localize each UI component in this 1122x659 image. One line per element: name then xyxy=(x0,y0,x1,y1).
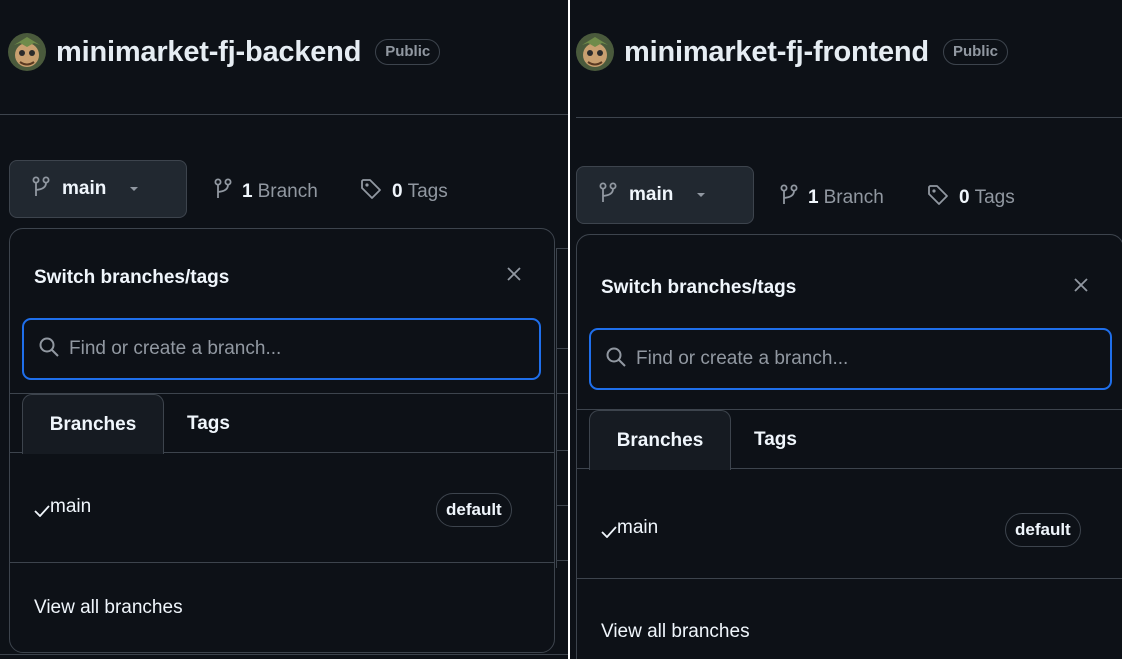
repo-header: minimarket-fj-frontend Public xyxy=(576,33,1008,71)
tag-icon xyxy=(360,178,382,206)
branch-count-label: Branch xyxy=(257,181,318,202)
default-badge: default xyxy=(1005,513,1081,547)
default-badge: default xyxy=(436,493,512,527)
background-line xyxy=(556,348,568,349)
git-branch-icon xyxy=(214,178,232,206)
branch-search-input[interactable] xyxy=(69,338,489,360)
view-all-branches-link[interactable]: View all branches xyxy=(601,621,750,643)
tag-icon xyxy=(927,184,949,212)
search-icon xyxy=(38,336,60,363)
background-edge xyxy=(556,248,557,568)
branch-switcher-dropdown: Switch branches/tags Branches Tags main … xyxy=(9,228,555,653)
branch-tabs: Branches Tags xyxy=(10,393,554,454)
search-icon xyxy=(605,346,627,373)
close-icon[interactable] xyxy=(1073,277,1089,298)
background-line xyxy=(556,505,568,506)
branch-tabs: Branches Tags xyxy=(577,409,1122,470)
repo-header: minimarket-fj-backend Public xyxy=(8,33,441,71)
git-branch-icon xyxy=(780,184,798,212)
avatar[interactable] xyxy=(8,33,46,71)
branch-search-field[interactable] xyxy=(22,318,541,380)
check-icon xyxy=(34,504,50,522)
dropdown-title: Switch branches/tags xyxy=(34,267,230,288)
repo-name[interactable]: minimarket-fj-frontend xyxy=(624,36,929,69)
branch-count: 1 xyxy=(808,187,819,208)
tab-tags[interactable]: Tags xyxy=(754,410,797,469)
repo-name[interactable]: minimarket-fj-backend xyxy=(56,36,361,69)
background-line xyxy=(556,450,568,451)
branch-search-field[interactable] xyxy=(589,328,1112,390)
visibility-badge: Public xyxy=(375,39,441,65)
git-branch-icon xyxy=(599,182,617,209)
branch-selector-button[interactable]: main xyxy=(9,160,187,218)
background-line xyxy=(556,560,568,561)
git-branch-icon xyxy=(32,176,50,203)
branch-name: main xyxy=(50,496,92,517)
branches-count-link[interactable]: 1 Branch xyxy=(214,178,318,206)
check-icon xyxy=(601,525,617,543)
branch-selector-button[interactable]: main xyxy=(576,166,754,224)
current-branch-label: main xyxy=(629,184,674,205)
background-line xyxy=(0,654,568,655)
view-all-branches-link[interactable]: View all branches xyxy=(34,597,183,619)
tag-count: 0 xyxy=(392,181,403,202)
close-icon[interactable] xyxy=(506,266,522,287)
background-line xyxy=(556,393,568,394)
header-divider xyxy=(576,117,1122,118)
background-line xyxy=(556,248,568,249)
tags-count-link[interactable]: 0 Tags xyxy=(360,178,448,206)
tab-branches[interactable]: Branches xyxy=(589,410,731,470)
branch-list-item[interactable]: main default xyxy=(10,453,554,563)
visibility-badge: Public xyxy=(942,39,1008,65)
tab-tags[interactable]: Tags xyxy=(187,394,230,453)
tags-count-link[interactable]: 0 Tags xyxy=(927,184,1015,212)
header-divider xyxy=(0,114,568,115)
tag-count-label: Tags xyxy=(974,187,1015,208)
tab-branches[interactable]: Branches xyxy=(22,394,164,454)
chevron-down-icon xyxy=(128,180,140,198)
chevron-down-icon xyxy=(695,186,707,204)
branch-search-input[interactable] xyxy=(636,348,1056,370)
branch-count: 1 xyxy=(242,181,253,202)
branch-list-item[interactable]: main default xyxy=(577,469,1122,579)
branch-name: main xyxy=(617,517,659,538)
branch-switcher-dropdown: Switch branches/tags Branches Tags main … xyxy=(576,234,1122,659)
repo-panel-frontend: minimarket-fj-frontend Public main 1 Bra… xyxy=(570,0,1122,659)
current-branch-label: main xyxy=(62,178,107,199)
branches-count-link[interactable]: 1 Branch xyxy=(780,184,884,212)
tag-count-label: Tags xyxy=(407,181,448,202)
branch-count-label: Branch xyxy=(823,187,884,208)
dropdown-title: Switch branches/tags xyxy=(601,277,797,298)
tag-count: 0 xyxy=(959,187,970,208)
avatar[interactable] xyxy=(576,33,614,71)
repo-panel-backend: minimarket-fj-backend Public main 1 Bran… xyxy=(0,0,568,659)
